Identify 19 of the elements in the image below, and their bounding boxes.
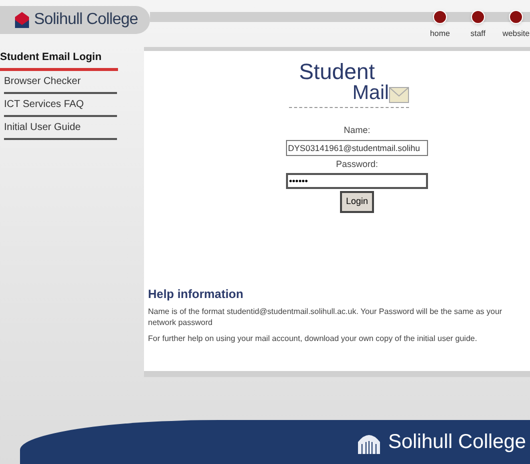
- brand-name: Solihull College: [34, 10, 138, 30]
- name-label: Name:: [344, 124, 370, 137]
- sidebar-link[interactable]: ICT Services FAQ: [4, 94, 117, 117]
- sidebar-link[interactable]: Browser Checker: [4, 70, 117, 94]
- login-button[interactable]: Login: [340, 191, 374, 212]
- sidebar-heading: Student Email Login: [0, 50, 118, 71]
- help-text: For further help on using your mail account, download your own copy of the initial user guide.: [148, 333, 478, 344]
- student-mail-logo: Student Mail: [289, 61, 409, 108]
- sidebar-link[interactable]: Initial User Guide: [4, 116, 117, 140]
- help-heading: Help information: [148, 286, 244, 303]
- footer-brand: Solihull College: [388, 430, 526, 455]
- nav-link[interactable]: website: [504, 10, 528, 40]
- password-field[interactable]: ••••••: [286, 173, 428, 189]
- logo-icon: [14, 12, 30, 28]
- help-text: Name is of the format studentid@studentmail.solihull.ac.uk. Your Password will be the same as your network password: [148, 306, 504, 328]
- nav-link[interactable]: home: [428, 10, 452, 40]
- name-field[interactable]: DYS03141961@studentmail.solihu: [286, 140, 428, 156]
- password-label: Password:: [336, 158, 378, 170]
- nav-link[interactable]: staff: [466, 10, 490, 40]
